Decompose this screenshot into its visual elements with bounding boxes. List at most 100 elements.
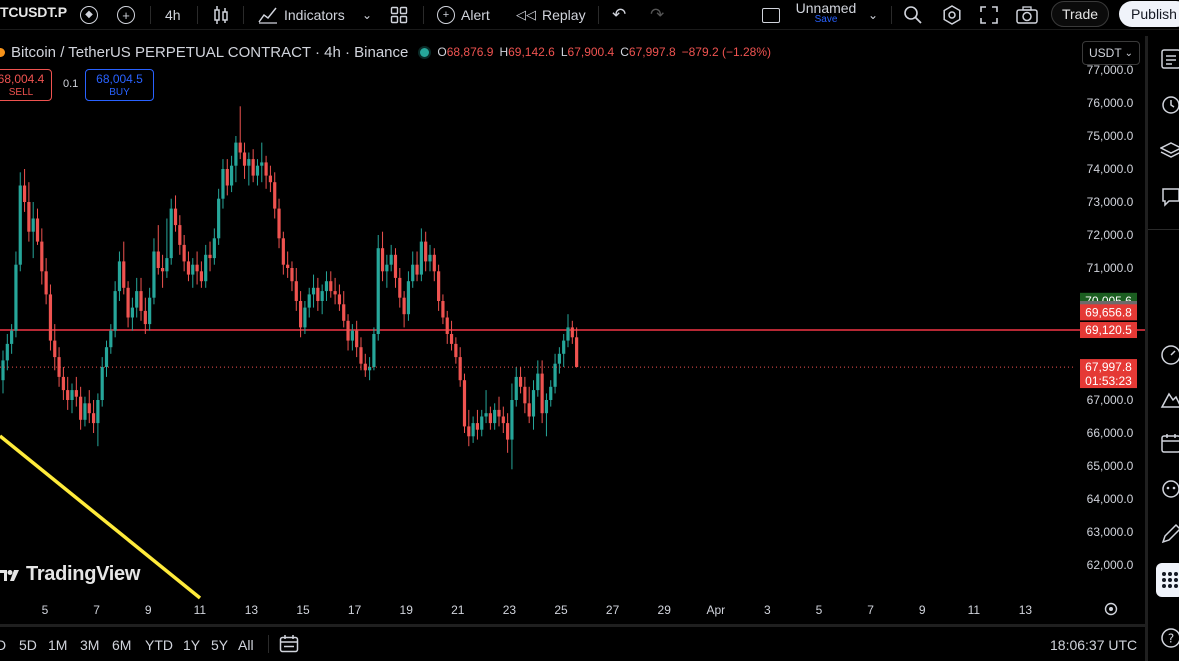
calendar-range-icon bbox=[279, 635, 299, 653]
candle-body bbox=[217, 198, 221, 239]
help-ideas-icon[interactable] bbox=[1160, 477, 1179, 499]
range-button-6m[interactable]: 6M bbox=[112, 637, 131, 653]
sell-button[interactable]: 68,004.4 SELL bbox=[0, 69, 52, 101]
utc-clock[interactable]: 18:06:37 UTC bbox=[1050, 637, 1137, 653]
goto-date-button[interactable] bbox=[279, 634, 299, 659]
candle-body bbox=[350, 330, 354, 341]
layout-dropdown[interactable]: ⌄ bbox=[868, 4, 878, 26]
watchlist-icon[interactable] bbox=[1160, 48, 1179, 70]
layout-square-icon bbox=[762, 7, 780, 23]
candle-body bbox=[242, 152, 247, 166]
candle-body bbox=[126, 287, 130, 318]
candle-body bbox=[31, 218, 35, 232]
speedometer-icon[interactable] bbox=[1160, 344, 1179, 366]
range-button-d[interactable]: D bbox=[0, 637, 6, 653]
candle-body bbox=[303, 307, 307, 328]
time-tick-label: 15 bbox=[296, 603, 310, 617]
price-tick-label: 74,000.0 bbox=[1087, 162, 1134, 176]
interval-button[interactable]: 4h bbox=[165, 4, 181, 26]
alerts-clock-icon[interactable] bbox=[1160, 93, 1179, 115]
candle-body bbox=[40, 241, 44, 272]
settings-button[interactable] bbox=[942, 4, 962, 26]
price-chart[interactable]: 77,000.0 76,000.0 75,000.0 74,000.0 73,000.0… bbox=[0, 35, 1145, 624]
time-tick-label: 9 bbox=[145, 603, 152, 617]
candle-body bbox=[135, 291, 139, 308]
price-tick-label: 76,000.0 bbox=[1087, 96, 1134, 110]
trade-button[interactable]: Trade bbox=[1051, 1, 1109, 27]
candle-body bbox=[27, 202, 31, 232]
top-toolbar: TCUSDT.P ◆ + 4h Indicators ⌄ + Alert ◁◁ … bbox=[0, 0, 1179, 30]
compare-symbol-button[interactable]: + bbox=[117, 4, 135, 26]
candle-body bbox=[18, 185, 22, 265]
time-tick-label: 9 bbox=[919, 603, 926, 617]
layout-name-button[interactable] bbox=[762, 4, 780, 26]
snapshot-button[interactable] bbox=[1016, 4, 1038, 26]
time-tick-label: 19 bbox=[400, 603, 414, 617]
alert-button[interactable]: + Alert bbox=[437, 4, 490, 26]
candle-body bbox=[437, 271, 441, 301]
candle-body bbox=[419, 241, 423, 275]
indicators-button[interactable]: Indicators bbox=[258, 4, 345, 26]
close-value: 67,997.8 bbox=[628, 45, 676, 59]
calendar-icon[interactable] bbox=[1160, 432, 1179, 454]
toolbar-divider bbox=[150, 6, 151, 24]
candle-body bbox=[255, 165, 260, 176]
mountain-icon[interactable] bbox=[1160, 388, 1179, 410]
candle-body bbox=[165, 258, 169, 272]
candle-body bbox=[406, 281, 411, 315]
candle-body bbox=[549, 386, 553, 400]
candle-body bbox=[229, 165, 234, 186]
candle-body bbox=[389, 254, 393, 265]
range-button-3m[interactable]: 3M bbox=[80, 637, 99, 653]
symbol-title[interactable]: Bitcoin / TetherUS PERPETUAL CONTRACT · … bbox=[11, 44, 408, 61]
time-tick-label: 29 bbox=[658, 603, 672, 617]
layout-name[interactable]: Unnamed Save bbox=[795, 0, 857, 25]
price-tick-label: 67,000.0 bbox=[1087, 393, 1134, 407]
toolbar-divider bbox=[243, 6, 244, 24]
candle-body bbox=[260, 162, 264, 166]
chat-icon[interactable] bbox=[1160, 186, 1179, 208]
apps-button[interactable] bbox=[1156, 563, 1179, 597]
candle-body bbox=[212, 238, 216, 259]
publish-button[interactable]: Publish bbox=[1119, 1, 1179, 27]
undo-button[interactable]: ↶ bbox=[612, 4, 626, 26]
chart-type-button[interactable] bbox=[212, 4, 230, 26]
price-tick-label: 73,000.0 bbox=[1087, 195, 1134, 209]
chart-legend: Bitcoin / TetherUS PERPETUAL CONTRACT · … bbox=[0, 42, 771, 62]
brand-name: TradingView bbox=[26, 563, 141, 585]
currency-select[interactable]: USDT ⌄ bbox=[1082, 41, 1140, 65]
range-button-ytd[interactable]: YTD bbox=[145, 637, 173, 653]
right-sidebar: ? bbox=[1145, 36, 1179, 661]
range-button-5d[interactable]: 5D bbox=[19, 637, 37, 653]
quick-search-button[interactable] bbox=[903, 4, 923, 26]
candle-body bbox=[113, 291, 117, 331]
layers-icon[interactable] bbox=[1159, 140, 1179, 162]
symbol-settings-button[interactable]: ◆ bbox=[80, 4, 98, 26]
candle bbox=[462, 373, 467, 433]
help-icon[interactable]: ? bbox=[1160, 627, 1179, 649]
replay-button[interactable]: ◁◁ Replay bbox=[516, 4, 586, 26]
symbol-search[interactable]: TCUSDT.P bbox=[0, 4, 67, 20]
redo-button[interactable]: ↷ bbox=[650, 4, 664, 26]
buy-button[interactable]: 68,004.5 BUY bbox=[85, 69, 154, 101]
pencil-icon[interactable] bbox=[1160, 523, 1179, 545]
bar-countdown-text: 01:53:23 bbox=[1085, 374, 1132, 388]
currency-value: USDT bbox=[1089, 46, 1122, 60]
range-button-all[interactable]: All bbox=[238, 637, 254, 653]
indicators-dropdown[interactable]: ⌄ bbox=[362, 4, 372, 26]
candle-body bbox=[117, 261, 122, 292]
range-button-1y[interactable]: 1Y bbox=[183, 637, 200, 653]
alarm-clock-icon: + bbox=[437, 6, 455, 24]
indicators-icon bbox=[258, 7, 277, 24]
layouts-button[interactable] bbox=[390, 4, 408, 26]
candle-body bbox=[393, 254, 398, 278]
sell-label: SELL bbox=[8, 87, 34, 98]
candle-body bbox=[307, 294, 311, 308]
candle-body bbox=[5, 343, 9, 361]
fullscreen-button[interactable] bbox=[980, 4, 998, 26]
candle-body bbox=[536, 373, 540, 391]
range-button-5y[interactable]: 5Y bbox=[211, 637, 228, 653]
range-button-1m[interactable]: 1M bbox=[48, 637, 67, 653]
candle-body bbox=[523, 386, 527, 404]
candle-body bbox=[506, 423, 510, 440]
